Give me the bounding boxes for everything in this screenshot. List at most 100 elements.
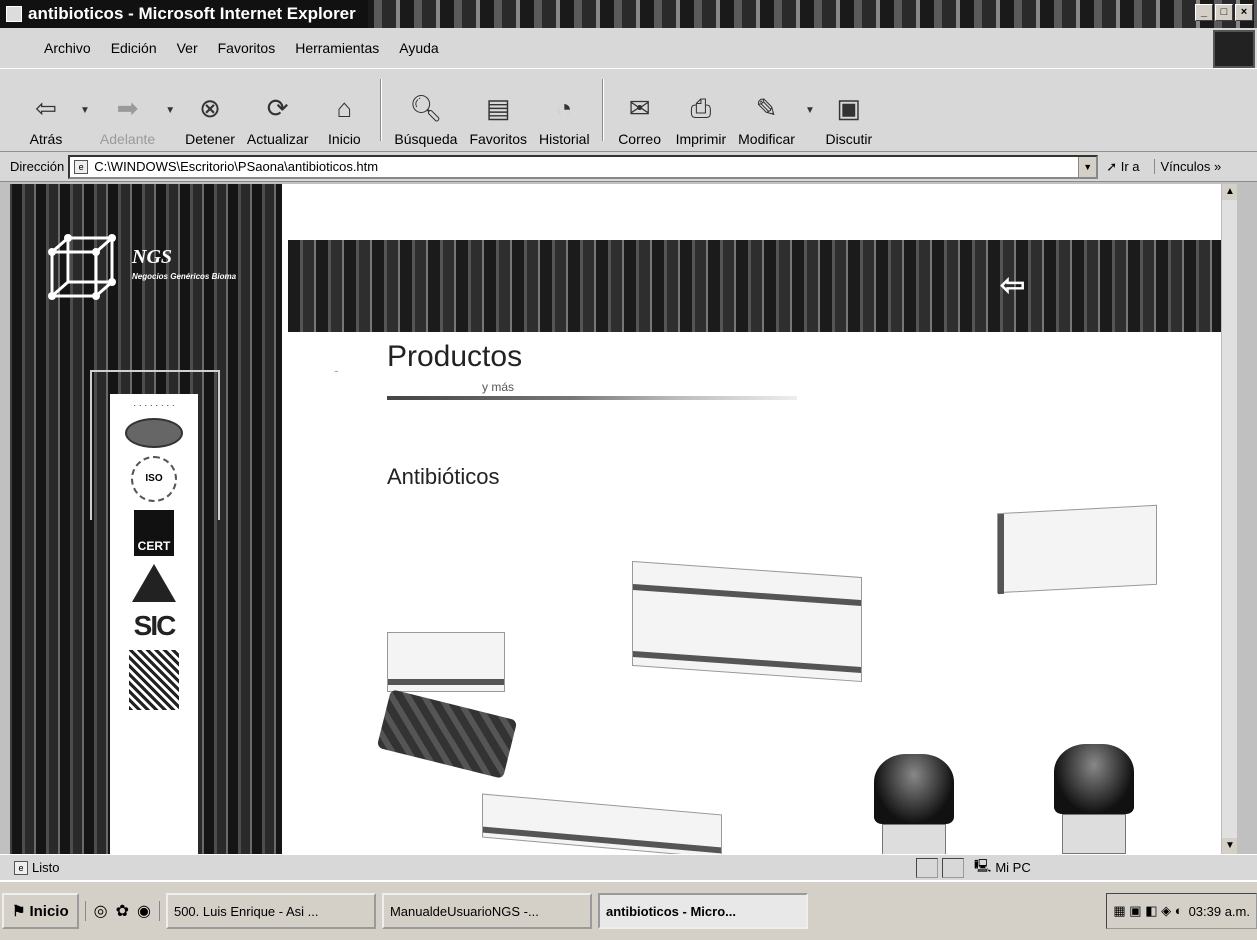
- forward-dropdown[interactable]: ▼: [165, 105, 175, 116]
- refresh-icon: ⟳: [266, 93, 289, 123]
- status-pane: [942, 857, 964, 878]
- taskbar-button-ie[interactable]: antibioticos - Micro...: [597, 893, 808, 929]
- forward-label: Adelante: [99, 131, 156, 147]
- scroll-down-arrow-icon[interactable]: ▼: [1222, 838, 1237, 854]
- back-dropdown[interactable]: ▼: [80, 105, 90, 116]
- printer-icon: ⎙: [690, 93, 712, 123]
- history-button[interactable]: ◔ Historial: [533, 73, 596, 147]
- tray-icons[interactable]: ▦ ▣ ◧ ◈ ◐: [1113, 903, 1182, 919]
- menu-archivo[interactable]: Archivo: [44, 40, 91, 56]
- window-controls: _ □ ×: [1195, 4, 1253, 21]
- search-button[interactable]: 🔍︎ Búsqueda: [388, 73, 463, 147]
- address-bar: Dirección e C:\WINDOWS\Escritorio\PSaona…: [0, 152, 1257, 182]
- edit-page-icon: ✎: [755, 93, 778, 123]
- menu-edicion[interactable]: Edición: [111, 40, 157, 56]
- barcode-icon: [129, 650, 179, 710]
- back-arrow-icon[interactable]: ⇦: [1000, 268, 1025, 303]
- scroll-up-arrow-icon[interactable]: ▲: [1222, 184, 1237, 200]
- triangle-cert-icon: [132, 564, 176, 602]
- menu-herramientas[interactable]: Herramientas: [295, 40, 379, 56]
- page-icon: e: [74, 159, 89, 174]
- header-banner: ⇦: [288, 240, 1228, 332]
- maximize-button[interactable]: □: [1215, 4, 1233, 21]
- section-title: Antibióticos: [387, 464, 500, 489]
- blister-pack-image: [376, 689, 518, 779]
- home-icon: ⌂: [336, 93, 353, 123]
- home-button[interactable]: ⌂ Inicio: [314, 73, 374, 147]
- links-label: Vínculos: [1160, 159, 1211, 174]
- ie-quicklaunch-icon[interactable]: ◎: [94, 901, 108, 921]
- address-input[interactable]: e C:\WINDOWS\Escritorio\PSaona\antibioti…: [68, 154, 1099, 179]
- forward-arrow-icon: ➡: [116, 93, 139, 123]
- print-button[interactable]: ⎙ Imprimir: [670, 73, 733, 147]
- toolbar-separator: [601, 79, 604, 141]
- refresh-button[interactable]: ⟳ Actualizar: [241, 73, 314, 147]
- web-content: NGS Negocios Genéricos Bioma · · · · · ·…: [10, 184, 1237, 854]
- links-button[interactable]: Vínculos »: [1153, 159, 1221, 174]
- discuss-button[interactable]: ▣ Discutir: [819, 73, 879, 147]
- history-label: Historial: [539, 131, 590, 147]
- close-button[interactable]: ×: [1235, 4, 1253, 21]
- iso-cert-icon: ISO: [131, 456, 177, 502]
- page-heading: Productos: [387, 340, 523, 373]
- print-label: Imprimir: [675, 131, 727, 147]
- task-label: antibioticos - Micro...: [605, 903, 736, 919]
- search-label: Búsqueda: [394, 131, 458, 147]
- taskbar: ⚑ Inicio ◎ ✿ ◉ 500. Luis Enrique - Asi .…: [0, 880, 1257, 940]
- taskbar-button-word[interactable]: 500. Luis Enrique - Asi ...: [165, 893, 376, 929]
- sic-logo: SIC: [133, 610, 177, 641]
- stop-button[interactable]: ⊗ Detener: [179, 73, 241, 147]
- edit-dropdown[interactable]: ▼: [805, 105, 815, 116]
- product-box-image: [632, 560, 862, 683]
- mail-button[interactable]: ✉ Correo: [610, 73, 670, 147]
- status-pane: [916, 857, 938, 878]
- sidebar: NGS Negocios Genéricos Bioma · · · · · ·…: [12, 184, 282, 854]
- menu-ayuda[interactable]: Ayuda: [399, 40, 438, 56]
- discuss-label: Discutir: [825, 131, 873, 147]
- menu-favoritos[interactable]: Favoritos: [218, 40, 276, 56]
- taskbar-button-manual[interactable]: ManualdeUsuarioNGS -...: [381, 893, 592, 929]
- logo-text: NGS: [132, 246, 173, 268]
- media-quicklaunch-icon[interactable]: ◉: [137, 901, 151, 921]
- product-box-image: [387, 632, 505, 692]
- quick-launch: ◎ ✿ ◉: [84, 901, 160, 921]
- certifications-strip: · · · · · · · · ISO CERT SIC: [110, 394, 198, 854]
- product-box-image: [482, 793, 722, 854]
- favorites-folder-icon: ▤: [485, 93, 511, 123]
- start-button[interactable]: ⚑ Inicio: [2, 893, 79, 929]
- favorites-label: Favoritos: [469, 131, 528, 147]
- mail-label: Correo: [618, 131, 661, 147]
- edit-button[interactable]: ✎ Modificar: [732, 73, 801, 147]
- clock: 03:39 a.m.: [1188, 903, 1250, 919]
- address-dropdown[interactable]: ▼: [1078, 156, 1097, 177]
- task-label: 500. Luis Enrique - Asi ...: [173, 903, 319, 919]
- go-button[interactable]: ➚ Ir a: [1106, 159, 1139, 175]
- medicine-bottle-image: [1044, 744, 1144, 854]
- outlook-quicklaunch-icon[interactable]: ✿: [116, 901, 129, 921]
- mail-icon: ✉: [628, 93, 651, 123]
- minimize-button[interactable]: _: [1195, 4, 1213, 21]
- cert-header-text: · · · · · · · ·: [133, 400, 175, 410]
- ngs-cube-logo: [48, 234, 116, 300]
- task-label: ManualdeUsuarioNGS -...: [389, 903, 539, 919]
- status-bar: e Listo 🖳 Mi PC: [0, 854, 1257, 880]
- vertical-scrollbar[interactable]: ▲ ▼: [1221, 184, 1237, 854]
- status-text: Listo: [32, 860, 60, 875]
- back-button[interactable]: ⇦ Atrás: [16, 73, 76, 147]
- status-page-icon: e: [14, 860, 28, 875]
- home-label: Inicio: [328, 131, 361, 147]
- forward-button[interactable]: ➡ Adelante: [94, 73, 161, 147]
- system-tray: ▦ ▣ ◧ ◈ ◐ 03:39 a.m.: [1106, 893, 1257, 929]
- logo-subtitle: Negocios Genéricos Bioma: [132, 272, 237, 281]
- favorites-button[interactable]: ▤ Favoritos: [463, 73, 533, 147]
- refresh-label: Actualizar: [246, 131, 309, 147]
- menu-ver[interactable]: Ver: [177, 40, 198, 56]
- edit-label: Modificar: [738, 131, 795, 147]
- address-url: C:\WINDOWS\Escritorio\PSaona\antibiotico…: [94, 159, 379, 174]
- menu-bar: Archivo Edición Ver Favoritos Herramient…: [0, 28, 1257, 68]
- ie-throbber-logo: [1213, 30, 1255, 68]
- title-left: antibioticos - Microsoft Internet Explor…: [0, 0, 368, 28]
- back-arrow-icon: ⇦: [35, 93, 57, 123]
- decorative-dash: -: [334, 362, 339, 378]
- stop-icon: ⊗: [199, 93, 221, 123]
